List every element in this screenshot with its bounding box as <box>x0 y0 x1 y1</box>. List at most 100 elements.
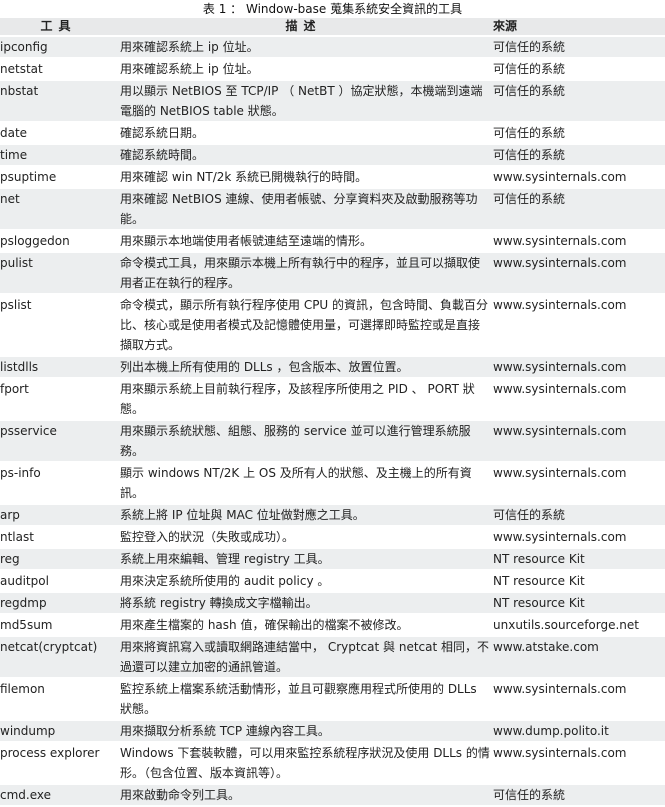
source-cell: 可信任的系統 <box>490 59 665 79</box>
table-row: cmd.exe 用來啟動命令列工具。 可信任的系統 <box>0 785 665 805</box>
table-row: listdlls 列出本機上所有使用的 DLLs ，包含版本、放置位置。 www.s… <box>0 357 665 377</box>
source-cell: 可信任的系統 <box>490 785 665 805</box>
tool-name-cell: pslist <box>0 295 117 355</box>
description-cell: 用來決定系統所使用的 audit policy 。 <box>117 571 490 591</box>
table-row: psservice 用來顯示系統狀態、組態、服務的 service 並可以進行管理… <box>0 421 665 461</box>
table-row: date 確認系統日期。 可信任的系統 <box>0 123 665 143</box>
description-cell: 確認系統日期。 <box>117 123 490 143</box>
source-cell: NT resource Kit <box>490 571 665 591</box>
source-cell: NT resource Kit <box>490 549 665 569</box>
tool-name-cell: ntlast <box>0 527 117 547</box>
table-row: process explorer Windows 下套裝軟體，可以用來監控系統程序… <box>0 743 665 783</box>
description-cell: 確認系統時間。 <box>117 145 490 165</box>
table-row: fport 用來顯示系統上目前執行程序，及該程序所使用之 PID 、 PORT 狀… <box>0 379 665 419</box>
description-cell: 用來將資訊寫入或讀取網路連結當中， Cryptcat 與 netcat 相同，不… <box>117 637 490 677</box>
tool-name-cell: cmd.exe <box>0 785 117 805</box>
table-row: net 用來確認 NetBIOS 連線、使用者帳號、分享資料夾及啟動服務等功能。可… <box>0 189 665 229</box>
source-cell: www.sysinternals.com <box>490 379 665 419</box>
description-cell: 用來啟動命令列工具。 <box>117 785 490 805</box>
description-cell: 用來顯示系統上目前執行程序，及該程序所使用之 PID 、 PORT 狀態。 <box>117 379 490 419</box>
description-cell: 用以顯示 NetBIOS 至 TCP/IP （ NetBT ）協定狀態，本機端到… <box>117 81 490 121</box>
tool-name-cell: md5sum <box>0 615 117 635</box>
table-row: arp 系統上將 IP 位址與 MAC 位址做對應之工具。 可信任的系統 <box>0 505 665 525</box>
description-cell: 用來確認系統上 ip 位址。 <box>117 37 490 57</box>
source-cell: unxutils.sourceforge.net <box>490 615 665 635</box>
table-row: netcat(cryptcat) 用來將資訊寫入或讀取網路連結當中， Cryptc… <box>0 637 665 677</box>
tool-name-cell: netstat <box>0 59 117 79</box>
tool-name-cell: fport <box>0 379 117 419</box>
source-cell: www.sysinternals.com <box>490 527 665 547</box>
description-cell: 用來確認 win NT/2k 系統已開機執行的時間。 <box>117 167 490 187</box>
header-description: 描述 <box>117 18 490 35</box>
table-row: pulist 命令模式工具，用來顯示本機上所有執行中的程序，並且可以擷取使用者正在… <box>0 253 665 293</box>
table-row: auditpol 用來決定系統所使用的 audit policy 。 NT reso… <box>0 571 665 591</box>
table-row: filemon 監控系統上檔案系統活動情形，並且可觀察應用程式所使用的 DLLs … <box>0 679 665 719</box>
table-row: ipconfig 用來確認系統上 ip 位址。 可信任的系統 <box>0 37 665 57</box>
tool-name-cell: arp <box>0 505 117 525</box>
description-cell: 用來擷取分析系統 TCP 連線內容工具。 <box>117 721 490 741</box>
table-row: psuptime 用來確認 win NT/2k 系統已開機執行的時間。 www.sy… <box>0 167 665 187</box>
description-cell: 將系統 registry 轉換成文字檔輸出。 <box>117 593 490 613</box>
description-cell: 系統上用來編輯、管理 registry 工具。 <box>117 549 490 569</box>
tool-name-cell: regdmp <box>0 593 117 613</box>
source-cell: 可信任的系統 <box>490 81 665 121</box>
description-cell: 用來確認 NetBIOS 連線、使用者帳號、分享資料夾及啟動服務等功能。 <box>117 189 490 229</box>
table-row: psloggedon 用來顯示本地端使用者帳號連結至遠端的情形。 www.sysin… <box>0 231 665 251</box>
source-cell: 可信任的系統 <box>490 145 665 165</box>
table-header-row: 工具 描述 來源 <box>0 18 665 35</box>
table-row: time 確認系統時間。 可信任的系統 <box>0 145 665 165</box>
tool-name-cell: nbstat <box>0 81 117 121</box>
description-cell: 監控系統上檔案系統活動情形，並且可觀察應用程式所使用的 DLLs 狀態。 <box>117 679 490 719</box>
tool-name-cell: psservice <box>0 421 117 461</box>
tool-name-cell: listdlls <box>0 357 117 377</box>
tool-name-cell: netcat(cryptcat) <box>0 637 117 677</box>
source-cell: www.dump.polito.it <box>490 721 665 741</box>
table-row: reg 系統上用來編輯、管理 registry 工具。 NT resource Ki… <box>0 549 665 569</box>
table-row: nbstat 用以顯示 NetBIOS 至 TCP/IP （ NetBT ）協定狀… <box>0 81 665 121</box>
source-cell: www.sysinternals.com <box>490 295 665 355</box>
source-cell: www.sysinternals.com <box>490 253 665 293</box>
description-cell: 用來顯示本地端使用者帳號連結至遠端的情形。 <box>117 231 490 251</box>
source-cell: 可信任的系統 <box>490 505 665 525</box>
table-body: ipconfig 用來確認系統上 ip 位址。 可信任的系統 netstat 用來確認系… <box>0 37 665 805</box>
source-cell: 可信任的系統 <box>490 189 665 229</box>
source-cell: www.sysinternals.com <box>490 421 665 461</box>
header-tool: 工具 <box>0 18 117 35</box>
description-cell: 命令模式，顯示所有執行程序使用 CPU 的資訊，包含時間、負載百分比、核心或是使… <box>117 295 490 355</box>
table-row: md5sum 用來產生檔案的 hash 值，確保輸出的檔案不被修改。 unxutil… <box>0 615 665 635</box>
source-cell: 可信任的系統 <box>490 37 665 57</box>
description-cell: Windows 下套裝軟體，可以用來監控系統程序狀況及使用 DLLs 的情形。（… <box>117 743 490 783</box>
tool-name-cell: auditpol <box>0 571 117 591</box>
source-cell: www.sysinternals.com <box>490 679 665 719</box>
tool-name-cell: process explorer <box>0 743 117 783</box>
description-cell: 命令模式工具，用來顯示本機上所有執行中的程序，並且可以擷取使用者正在執行的程序。 <box>117 253 490 293</box>
source-cell: NT resource Kit <box>490 593 665 613</box>
description-cell: 顯示 windows NT/2K 上 OS 及所有人的狀態、及主機上的所有資訊。 <box>117 463 490 503</box>
description-cell: 監控登入的狀況（失敗或成功）。 <box>117 527 490 547</box>
table-row: pslist 命令模式，顯示所有執行程序使用 CPU 的資訊，包含時間、負載百分比… <box>0 295 665 355</box>
tool-name-cell: filemon <box>0 679 117 719</box>
table-row: regdmp 將系統 registry 轉換成文字檔輸出。 NT resource … <box>0 593 665 613</box>
tool-name-cell: time <box>0 145 117 165</box>
tool-name-cell: pulist <box>0 253 117 293</box>
table-row: ps-info 顯示 windows NT/2K 上 OS 及所有人的狀態、及主機… <box>0 463 665 503</box>
description-cell: 列出本機上所有使用的 DLLs ，包含版本、放置位置。 <box>117 357 490 377</box>
tool-name-cell: net <box>0 189 117 229</box>
source-cell: www.sysinternals.com <box>490 463 665 503</box>
source-cell: www.sysinternals.com <box>490 231 665 251</box>
tool-name-cell: ps-info <box>0 463 117 503</box>
tool-name-cell: ipconfig <box>0 37 117 57</box>
table-row: netstat 用來確認系統上 ip 位址。 可信任的系統 <box>0 59 665 79</box>
tool-name-cell: psuptime <box>0 167 117 187</box>
description-cell: 用來顯示系統狀態、組態、服務的 service 並可以進行管理系統服務。 <box>117 421 490 461</box>
description-cell: 用來確認系統上 ip 位址。 <box>117 59 490 79</box>
tool-name-cell: reg <box>0 549 117 569</box>
table-row: ntlast 監控登入的狀況（失敗或成功）。 www.sysinternals.co… <box>0 527 665 547</box>
source-cell: www.sysinternals.com <box>490 167 665 187</box>
tool-name-cell: date <box>0 123 117 143</box>
tools-table: 工具 描述 來源 ipconfig 用來確認系統上 ip 位址。 可信任的系統 net… <box>0 16 665 807</box>
description-cell: 用來產生檔案的 hash 值，確保輸出的檔案不被修改。 <box>117 615 490 635</box>
table-row: windump 用來擷取分析系統 TCP 連線內容工具。 www.dump.poli… <box>0 721 665 741</box>
tool-name-cell: psloggedon <box>0 231 117 251</box>
source-cell: www.sysinternals.com <box>490 743 665 783</box>
